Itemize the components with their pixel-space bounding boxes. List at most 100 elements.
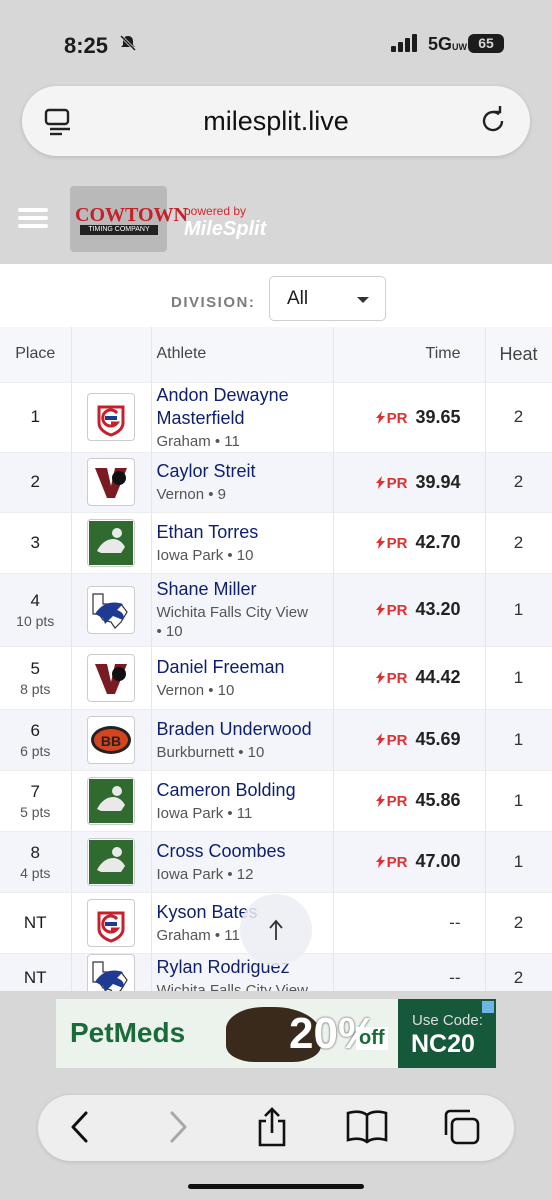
- chevron-down-icon: [357, 297, 369, 303]
- time-value: 39.94: [415, 471, 461, 492]
- home-indicator: [188, 1184, 364, 1189]
- powered-by-label: powered by: [184, 204, 247, 218]
- athlete-team-grade: Burkburnett • 10: [156, 743, 265, 761]
- lightning-icon: [375, 603, 385, 616]
- school-logo-icon[interactable]: [87, 837, 135, 886]
- bookmarks-icon[interactable]: [344, 1109, 390, 1150]
- athlete-team-grade: Wichita Falls City View • 10: [156, 604, 308, 640]
- share-icon[interactable]: [254, 1107, 290, 1152]
- time-value: --: [449, 968, 461, 987]
- athlete-name-link[interactable]: Daniel Freeman: [152, 656, 333, 679]
- table-row[interactable]: 4 10 pts Shane Miller Wichita Falls City Vi…: [0, 573, 552, 647]
- pr-badge: PR: [375, 854, 407, 871]
- division-label: DIVISION:: [171, 294, 256, 311]
- place-header[interactable]: Place: [0, 327, 72, 383]
- pr-badge: PR: [375, 475, 407, 492]
- signal-icon: [391, 34, 421, 52]
- athlete-name-link[interactable]: Braden Underwood: [152, 718, 333, 741]
- place-value: NT: [23, 912, 47, 932]
- time-header[interactable]: Time: [333, 327, 486, 383]
- table-row[interactable]: 7 5 pts Cameron Bolding Iowa Park • 11 PR 45.…: [0, 770, 552, 832]
- table-row[interactable]: 5 8 pts Daniel Freeman Vernon • 10 PR 44.42 1: [0, 646, 552, 710]
- results-panel: DIVISION: All Place Athlete Time Heat 1 A…: [0, 264, 552, 991]
- site-header: COWTOWN TIMING COMPANY powered by MileSp…: [0, 168, 552, 264]
- svg-text:BB: BB: [101, 733, 121, 749]
- points-value: 10 pts: [16, 612, 55, 629]
- pr-badge: PR: [375, 410, 407, 427]
- table-header-row: Place Athlete Time Heat: [0, 327, 552, 383]
- school-logo-icon[interactable]: [87, 458, 135, 506]
- scroll-to-top-button[interactable]: [240, 894, 312, 966]
- table-row[interactable]: 6 6 pts BB Braden Underwood Burkburnett • 10…: [0, 709, 552, 771]
- time-value: 39.65: [415, 406, 461, 427]
- battery-icon: 65: [468, 34, 504, 53]
- athlete-team-grade: Iowa Park • 12: [156, 865, 254, 883]
- heat-header[interactable]: Heat: [485, 327, 552, 383]
- place-value: 3: [30, 532, 40, 552]
- lightning-icon: [375, 733, 385, 746]
- school-logo-icon[interactable]: [87, 393, 135, 441]
- heat-value: 2: [513, 407, 524, 426]
- forward-icon[interactable]: [166, 1109, 190, 1150]
- time-value: 45.86: [415, 790, 461, 810]
- time-value: 42.70: [415, 532, 461, 552]
- points-value: 6 pts: [20, 742, 51, 759]
- reload-icon[interactable]: [478, 106, 508, 141]
- school-logo-icon[interactable]: [87, 898, 135, 947]
- place-value: 5: [30, 658, 40, 678]
- division-select[interactable]: All: [269, 276, 386, 321]
- pr-badge: PR: [375, 535, 407, 552]
- school-logo-icon[interactable]: [87, 653, 135, 702]
- adchoices-icon[interactable]: [482, 1001, 494, 1013]
- lightning-icon: [375, 855, 385, 868]
- table-row[interactable]: 1 Andon Dewayne Masterfield Graham • 11 PR 39…: [0, 382, 552, 453]
- athlete-name-link[interactable]: Caylor Streit: [152, 460, 333, 483]
- menu-icon[interactable]: [18, 208, 48, 228]
- athlete-header[interactable]: Athlete: [151, 327, 334, 383]
- athlete-name-link[interactable]: Cross Coombes: [152, 840, 333, 863]
- url-text[interactable]: milesplit.live: [22, 106, 530, 137]
- school-logo-icon[interactable]: [87, 585, 135, 634]
- school-logo-icon[interactable]: [87, 518, 135, 567]
- table-row[interactable]: 3 Ethan Torres Iowa Park • 10 PR 42.70 2: [0, 512, 552, 574]
- place-value: 4: [30, 590, 40, 610]
- school-logo-icon[interactable]: BB: [87, 715, 135, 764]
- points-value: 8 pts: [20, 680, 51, 697]
- athlete-team-grade: Iowa Park • 11: [156, 804, 253, 822]
- table-row[interactable]: 2 Caylor Streit Vernon • 9 PR 39.94 2: [0, 452, 552, 513]
- tabs-icon[interactable]: [440, 1107, 482, 1152]
- athlete-name-link[interactable]: Cameron Bolding: [152, 779, 333, 802]
- lightning-icon: [375, 671, 385, 684]
- heat-value: 1: [513, 851, 524, 871]
- heat-value: 1: [513, 790, 524, 810]
- cowtown-logo[interactable]: COWTOWN TIMING COMPANY: [70, 186, 188, 252]
- place-value: 6: [30, 720, 40, 740]
- athlete-team-grade: Wichita Falls City View: [156, 982, 308, 991]
- place-value: NT: [23, 968, 47, 987]
- pr-badge: PR: [375, 670, 407, 687]
- heat-value: 2: [513, 472, 524, 491]
- lightning-icon: [375, 536, 385, 549]
- status-time: 8:25: [64, 33, 109, 58]
- browser-toolbar: [38, 1095, 514, 1161]
- petmeds-ad[interactable]: PetMeds 20% off Use Code: NC20: [56, 999, 496, 1068]
- milesplit-logo[interactable]: MileSplit: [184, 218, 266, 241]
- athlete-name-link[interactable]: Andon Dewayne Masterfield: [152, 384, 333, 430]
- pr-badge: PR: [375, 602, 407, 619]
- table-row[interactable]: 8 4 pts Cross Coombes Iowa Park • 12 PR 47.00…: [0, 831, 552, 893]
- school-logo-icon[interactable]: [87, 954, 135, 991]
- heat-value: 2: [513, 968, 524, 987]
- back-icon[interactable]: [68, 1109, 92, 1150]
- time-value: 43.20: [415, 599, 461, 619]
- network-label: 5GUW: [428, 34, 468, 54]
- athlete-name-link[interactable]: Rylan Rodriguez: [152, 956, 333, 979]
- bell-muted-icon: [119, 34, 137, 57]
- address-bar[interactable]: milesplit.live: [22, 86, 530, 156]
- lightning-icon: [375, 794, 385, 807]
- school-logo-icon[interactable]: [87, 776, 135, 825]
- athlete-name-link[interactable]: Shane Miller: [152, 578, 333, 601]
- athlete-name-link[interactable]: Ethan Torres: [152, 521, 333, 544]
- athlete-team-grade: Vernon • 9: [156, 486, 226, 503]
- time-value: 44.42: [415, 667, 461, 687]
- pr-badge: PR: [375, 732, 407, 749]
